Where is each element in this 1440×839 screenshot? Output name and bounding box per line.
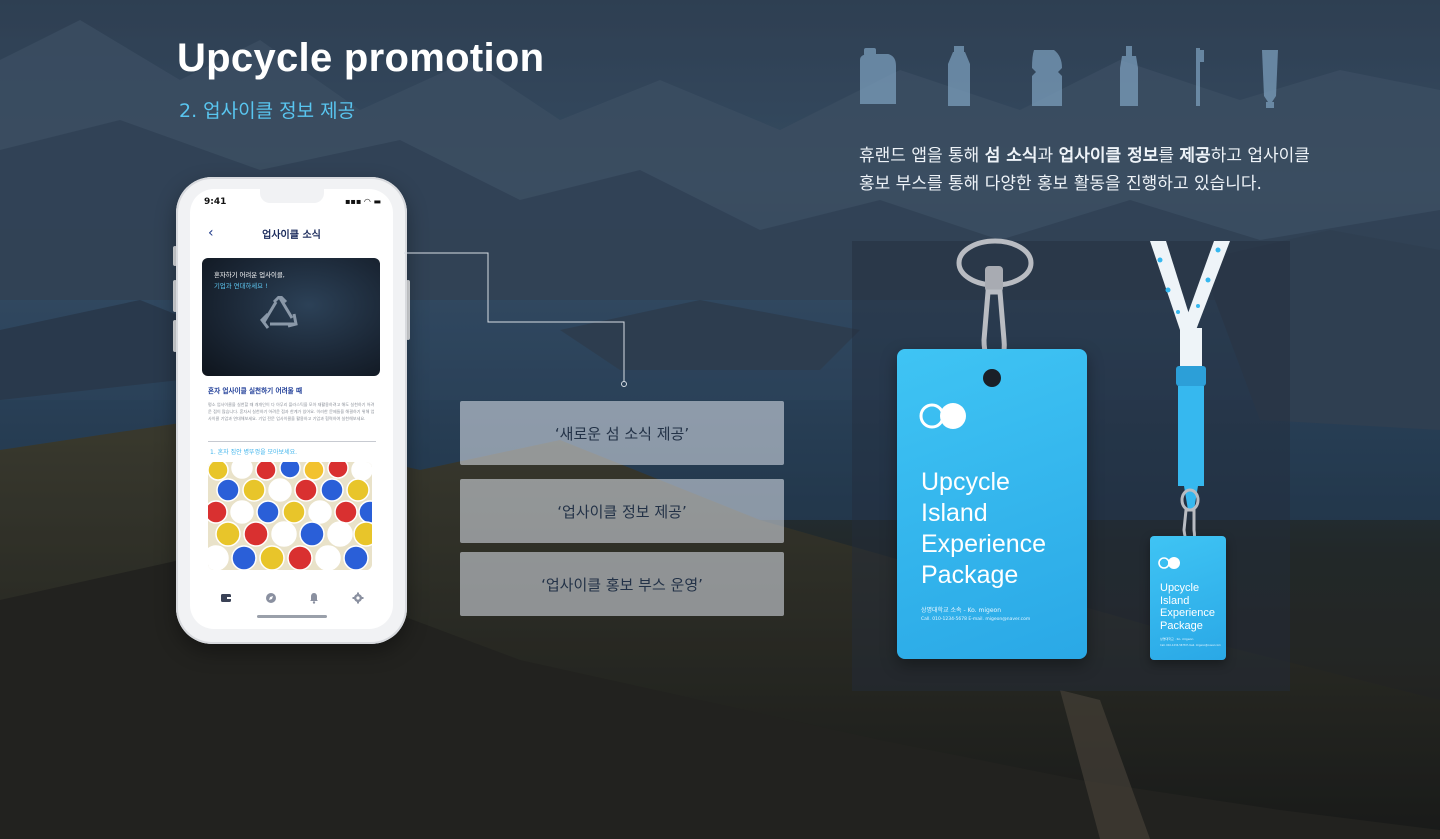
feature-promo-booth: ‘업사이클 홍보 부스 운영’ (460, 552, 784, 616)
badge-line: Upcycle (1160, 582, 1200, 594)
bottom-tab-bar (190, 589, 393, 613)
water-bottle-icon (948, 46, 970, 106)
status-icons: ▪▪▪ ◠ ▬ (345, 197, 381, 206)
desc-line-2: 홍보 부스를 통해 다양한 홍보 활동을 진행하고 있습니다. (859, 174, 1262, 194)
desc-segment: 과 (1037, 146, 1059, 166)
bottle-caps-photo (208, 462, 372, 570)
page-title: Upcycle promotion (177, 36, 545, 80)
desc-segment: 휴랜드 앱을 통해 (859, 146, 985, 166)
brand-logo-icon (919, 403, 966, 429)
feature-island-news: ‘새로운 섬 소식 제공’ (460, 401, 784, 465)
hero-banner[interactable]: 혼자하기 어려운 업사이클, 기업과 연대하세요 ! (202, 258, 380, 376)
desc-segment: 를 (1158, 146, 1180, 166)
brand-logo-icon (1158, 557, 1180, 569)
bottle-caps-image (208, 462, 372, 570)
app-bar: ‹ 업사이클 소식 (190, 223, 393, 249)
phone-notch (260, 189, 324, 203)
badge-card-large: Upcycle Island Experience Package 상명대학교 … (897, 349, 1087, 659)
badge-small-text: Upcycle Island Experience Package (1160, 582, 1215, 632)
screen-title: 업사이클 소식 (262, 230, 321, 241)
status-time: 9:41 (204, 197, 227, 207)
badge-line: Package (921, 561, 1019, 589)
compass-icon[interactable] (265, 592, 277, 604)
badge-line: Upcycle (921, 468, 1010, 496)
divider (208, 441, 376, 442)
badge-hole (983, 369, 1001, 387)
bell-icon[interactable] (308, 592, 320, 604)
toothbrush-icon (1196, 48, 1204, 106)
shampoo-bottle-icon (1120, 46, 1138, 106)
badge-line: Package (1160, 619, 1203, 632)
page-subtitle: 2. 업사이클 정보 제공 (179, 100, 356, 122)
badge-line: Experience (921, 530, 1047, 558)
phone-mockup: 9:41 ▪▪▪ ◠ ▬ ‹ 업사이클 소식 혼자하기 어려운 업사이클, 기업… (176, 177, 407, 644)
section-title: 혼자 업사이클 실천하기 어려울 때 (208, 387, 303, 395)
packaging-icons-row (860, 46, 1278, 108)
badge-large-text: Upcycle Island Experience Package (921, 467, 1046, 591)
desc-segment: 하고 업사이클 (1210, 146, 1310, 166)
description-text: 휴랜드 앱을 통해 섬 소식과 업사이클 정보를 제공하고 업사이클 홍보 부스… (859, 142, 1379, 198)
badge-owner: 상명대학교 · Ko. migeon (1160, 637, 1194, 641)
phone-screen: 9:41 ▪▪▪ ◠ ▬ ‹ 업사이클 소식 혼자하기 어려운 업사이클, 기업… (190, 189, 393, 629)
desc-bold-provide: 제공 (1179, 146, 1211, 166)
badge-contact: Call. 010-1234-5678 E-mail. migeon@naver… (921, 617, 1031, 622)
feature-upcycle-info: ‘업사이클 정보 제공’ (460, 479, 784, 543)
badge-line: Island (1160, 594, 1190, 607)
tube-icon (1262, 50, 1278, 108)
sub-link[interactable]: 1. 혼자 집안 병뚜껑을 모아보세요. (210, 447, 297, 456)
badge-line: Island (921, 499, 988, 527)
recycle-icon (260, 296, 298, 329)
hero-line-1: 혼자하기 어려운 업사이클, (214, 271, 285, 279)
badge-line: Experience (1160, 607, 1216, 619)
home-indicator (257, 615, 327, 618)
wallet-icon[interactable] (220, 592, 232, 604)
badge-card-small: Upcycle Island Experience Package 상명대학교 … (1150, 536, 1226, 660)
section-paragraph: 평소 업사이클을 실천할 때 개개인이 다 아무리 플라스틱을 모아 재활용하려… (208, 402, 375, 421)
gear-icon[interactable] (352, 592, 364, 604)
desc-bold-upcycle-info: 업사이클 정보 (1058, 146, 1159, 166)
jar-icon (1032, 50, 1062, 106)
hero-line-2: 기업과 연대하세요 ! (214, 282, 268, 290)
desc-bold-island-news: 섬 소식 (984, 146, 1038, 166)
badge-contact: Call. 010-1234-5678 E-mail. migeon@naver… (1160, 644, 1221, 647)
detergent-bottle-icon (860, 48, 896, 104)
badge-owner: 상명대학교 소속 - Ko. migeon (921, 607, 1002, 614)
